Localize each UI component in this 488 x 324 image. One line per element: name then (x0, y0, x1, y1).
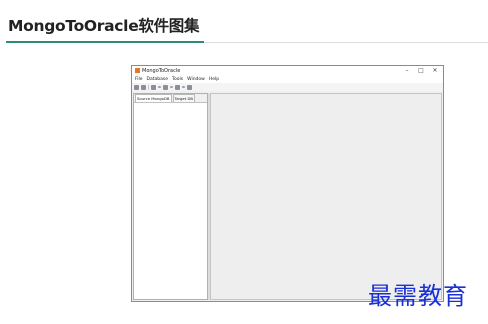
panel-tab-strip: Source MongoDB Target DB (134, 94, 207, 103)
menu-window[interactable]: Window (187, 76, 205, 83)
dropdown-icon[interactable] (182, 86, 185, 88)
maximize-icon[interactable]: □ (414, 66, 428, 76)
tab-target-db[interactable]: Target DB (172, 94, 195, 102)
menu-database[interactable]: Database (147, 76, 168, 83)
window-title: MongoToOracle (142, 68, 181, 74)
title-underline-accent (6, 41, 204, 43)
window-titlebar: MongoToOracle – □ ✕ (132, 66, 443, 76)
app-logo-icon (135, 68, 140, 73)
toolbar (132, 83, 443, 91)
dropdown-icon[interactable] (158, 86, 161, 88)
connect-icon[interactable] (134, 84, 139, 90)
tab-source-mongodb[interactable]: Source MongoDB (135, 94, 172, 102)
edit-icon[interactable] (141, 84, 146, 90)
grid-icon[interactable] (151, 84, 156, 90)
menu-tools[interactable]: Tools (172, 76, 183, 83)
dropdown-icon[interactable] (170, 86, 173, 88)
menu-bar: File Database Tools Window Help (132, 76, 443, 83)
menu-help[interactable]: Help (209, 76, 219, 83)
toolbar-separator (148, 84, 149, 90)
menu-file[interactable]: File (135, 76, 143, 83)
title-divider (204, 42, 488, 43)
close-icon[interactable]: ✕ (428, 66, 442, 76)
connection-panel: Source MongoDB Target DB (133, 93, 208, 300)
table-icon[interactable] (175, 84, 180, 90)
main-workspace (210, 93, 442, 300)
watermark-text: 最需教育 (368, 282, 468, 310)
export-icon[interactable] (187, 84, 192, 90)
app-screenshot-window: MongoToOracle – □ ✕ File Database Tools … (131, 65, 444, 302)
minimize-icon[interactable]: – (400, 66, 414, 76)
page-title: MongoToOracle软件图集 (8, 17, 200, 35)
list-icon[interactable] (163, 84, 168, 90)
